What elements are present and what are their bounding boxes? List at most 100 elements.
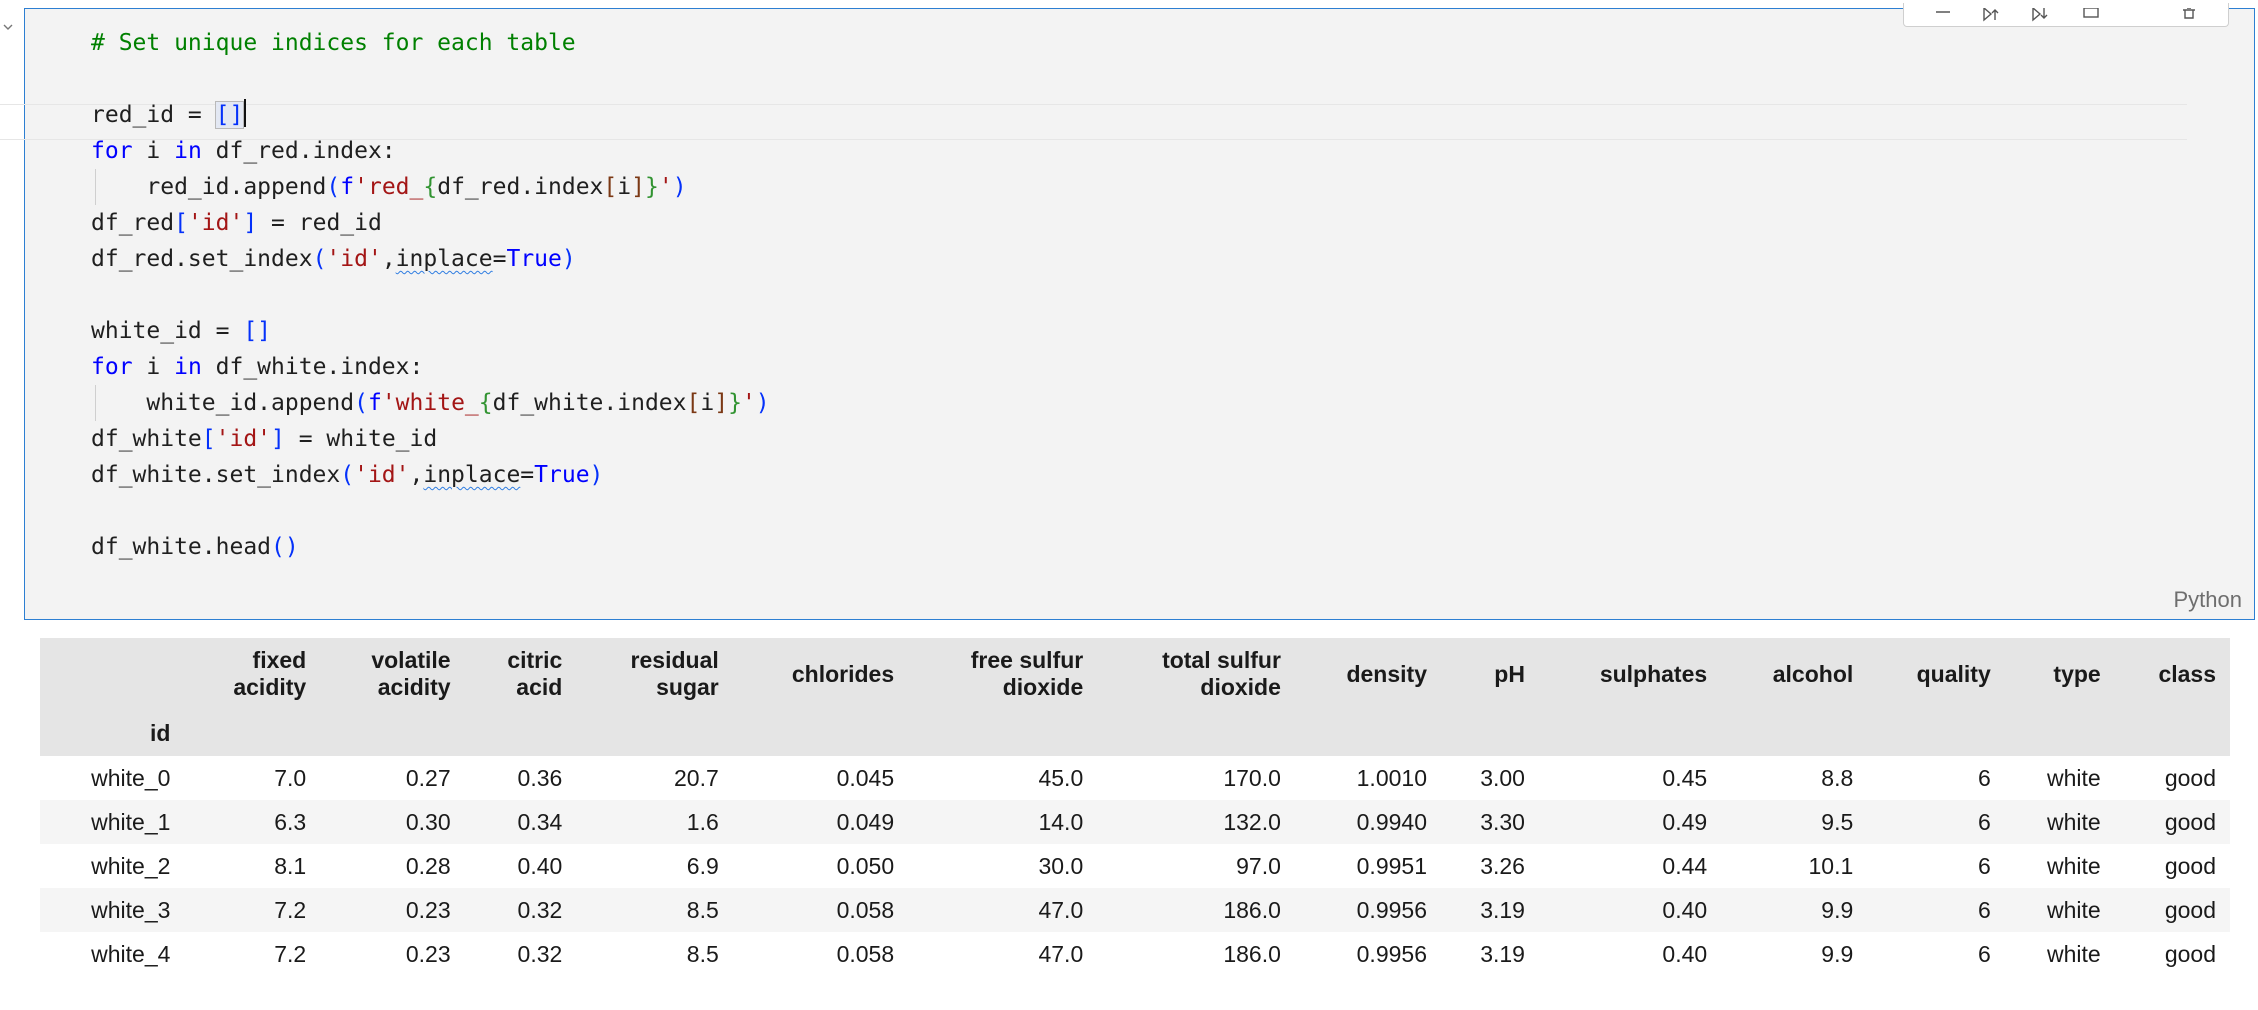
table-cell: 0.049 (836, 808, 895, 835)
cell-language-label[interactable]: Python (2174, 587, 2243, 613)
column-header-text: chlorides (791, 660, 895, 687)
index-row-blank (733, 710, 908, 756)
table-cell: 0.49 (1662, 808, 1708, 835)
code-cell[interactable]: # Set unique indices for each table red_… (0, 3, 2255, 620)
table-cell: 0.27 (405, 764, 451, 791)
table-cell: 0.30 (405, 808, 451, 835)
row-index-label: white_0 (91, 764, 171, 791)
split-cell-icon[interactable] (1932, 7, 1954, 23)
column-header: sulphates (1539, 638, 1721, 710)
column-header-text: acidity (233, 674, 307, 700)
column-header-text: dioxide (1200, 674, 1281, 700)
code-line: df_red.set_index('id',inplace=True) (91, 246, 576, 272)
column-header: total sulfur dioxide (1097, 638, 1295, 710)
index-row-blank (1441, 710, 1539, 756)
table-row: white_4 7.2 0.23 0.32 8.5 0.058 47.0 186.0 0.995… (40, 932, 2230, 976)
table-cell: 0.32 (517, 896, 563, 923)
table-row: white_2 8.1 0.28 0.40 6.9 0.050 30.0 97.0 0.9951… (40, 844, 2230, 888)
table-row: white_3 7.2 0.23 0.32 8.5 0.058 47.0 186.0 0.995… (40, 888, 2230, 932)
table-cell: 0.36 (517, 764, 563, 791)
table-cell: good (2164, 896, 2216, 923)
column-header: alcohol (1721, 638, 1867, 710)
table-cell: 30.0 (1038, 852, 1084, 879)
table-cell: 8.5 (686, 896, 719, 923)
column-header: volatile acidity (320, 638, 464, 710)
index-name-row: id (40, 710, 2230, 756)
text-cursor (244, 99, 247, 127)
column-header-text: density (1346, 660, 1427, 687)
cell-toolbar (1903, 3, 2229, 27)
more-actions-icon[interactable] (2129, 7, 2151, 23)
table-cell: 8.5 (686, 940, 719, 967)
table-cell: 0.058 (836, 940, 895, 967)
table-cell: 0.23 (405, 940, 451, 967)
code-line: df_white.head() (91, 534, 299, 560)
run-above-icon[interactable] (1981, 7, 2003, 23)
column-header-text: acidity (377, 674, 451, 700)
table-cell: 132.0 (1223, 808, 1281, 835)
cell-options-icon[interactable] (2080, 7, 2102, 23)
table-cell: 0.9940 (1356, 808, 1427, 835)
table-cell: 9.9 (1821, 940, 1854, 967)
column-header: pH (1441, 638, 1539, 710)
column-header-text: type (2053, 660, 2101, 687)
column-header-text: sulphates (1599, 660, 1708, 687)
code-line: red_id.append(f'red_{df_red.index[i]}') (91, 169, 770, 205)
table-cell: 8.1 (274, 852, 307, 879)
collapse-cell-chevron-icon[interactable] (2, 20, 14, 32)
code-line: for i in df_red.index: (91, 138, 396, 164)
table-row: white_1 6.3 0.30 0.34 1.6 0.049 14.0 132.0 0.994… (40, 800, 2230, 844)
code-line: df_red['id'] = red_id (91, 210, 382, 236)
index-row-blank (1867, 710, 2004, 756)
row-index-label: white_2 (91, 852, 171, 879)
delete-cell-icon[interactable] (2178, 7, 2200, 23)
column-header: fixed acidity (184, 638, 320, 710)
table-cell: white (2047, 764, 2101, 791)
code-line: white_id = [] (91, 318, 272, 344)
code-editor[interactable]: # Set unique indices for each table red_… (91, 25, 770, 565)
table-cell: 3.30 (1480, 808, 1525, 835)
run-below-icon[interactable] (2030, 7, 2052, 23)
index-row-blank (2005, 710, 2115, 756)
index-row-blank (465, 710, 577, 756)
code-line: white_id.append(f'white_{df_white.index[… (91, 385, 770, 421)
table-cell: 0.32 (517, 940, 563, 967)
index-header-blank (40, 638, 184, 710)
table-cell: 3.19 (1480, 940, 1525, 967)
table-cell: 0.9956 (1356, 896, 1427, 923)
column-header-text: pH (1494, 660, 1525, 687)
column-header: citric acid (465, 638, 577, 710)
column-header-text: acid (516, 674, 563, 700)
column-header-text: volatile (371, 647, 451, 673)
column-header: residual sugar (576, 638, 732, 710)
table-cell: 20.7 (674, 764, 719, 791)
table-cell: 186.0 (1223, 940, 1281, 967)
table-cell: 0.40 (1662, 940, 1708, 967)
cell-output: fixed acidity volatile acidity citric acid res… (40, 638, 2230, 976)
table-cell: 14.0 (1038, 808, 1084, 835)
column-header-text: total sulfur (1162, 647, 1281, 673)
table-cell: 7.0 (274, 764, 307, 791)
code-comment: # Set unique indices for each table (91, 30, 576, 56)
table-cell: 6.9 (686, 852, 719, 879)
index-row-blank (576, 710, 732, 756)
code-line-current: red_id = [] (91, 97, 770, 133)
code-line: for i in df_white.index: (91, 354, 424, 380)
table-cell: good (2164, 764, 2216, 791)
table-cell: white (2047, 940, 2101, 967)
table-cell: good (2164, 808, 2216, 835)
column-header: quality (1867, 638, 2004, 710)
table-cell: 3.00 (1480, 764, 1525, 791)
table-cell: 0.050 (836, 852, 895, 879)
table-cell: 0.058 (836, 896, 895, 923)
column-header: chlorides (733, 638, 908, 710)
table-cell: 97.0 (1236, 852, 1281, 879)
column-header: free sulfur dioxide (908, 638, 1097, 710)
table-cell: 0.9956 (1356, 940, 1427, 967)
index-row-blank (908, 710, 1097, 756)
code-line: # Set unique indices for each table (91, 25, 770, 61)
table-cell: 0.45 (1662, 764, 1708, 791)
